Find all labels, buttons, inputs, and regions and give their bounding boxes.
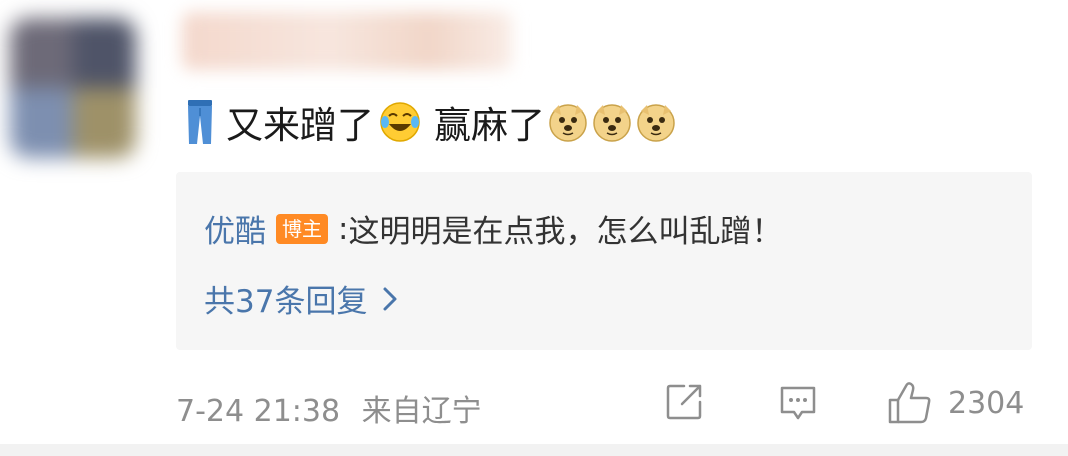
view-replies-link[interactable]: 共37条回复 bbox=[204, 276, 399, 321]
chevron-right-icon bbox=[383, 287, 397, 310]
divider bbox=[0, 444, 1068, 456]
reply-text: 这明明是在点我，怎么叫乱蹭！ bbox=[348, 214, 783, 250]
share-icon bbox=[666, 384, 702, 420]
avatar-tile bbox=[73, 88, 136, 158]
comment-location: 来自辽宁 bbox=[361, 394, 482, 429]
reply-separator: : bbox=[338, 210, 349, 247]
comment-time: 7-24 21:38 bbox=[176, 394, 341, 429]
comment-icon bbox=[780, 386, 816, 420]
share-button[interactable] bbox=[662, 380, 706, 424]
doge-icon bbox=[637, 104, 675, 142]
comment-text-part2: 赢麻了 bbox=[434, 104, 545, 147]
laugh-cry-icon bbox=[380, 102, 420, 142]
comment-text: 又来蹭了 赢麻了 bbox=[182, 92, 677, 152]
avatar[interactable] bbox=[10, 18, 136, 158]
username-blurred[interactable] bbox=[182, 12, 512, 70]
reply-author-link[interactable]: 优酷 bbox=[204, 206, 266, 251]
comment-footer: 7-24 21:38 来自辽宁 2304 bbox=[176, 380, 1032, 430]
avatar-tile bbox=[10, 18, 73, 88]
like-button[interactable]: 2304 bbox=[886, 380, 1024, 426]
jeans-icon bbox=[188, 100, 212, 144]
avatar-tile bbox=[73, 18, 136, 88]
comment-text-part1: 又来蹭了 bbox=[226, 104, 374, 147]
doge-icon bbox=[593, 104, 631, 142]
blogger-badge: 博主 bbox=[276, 213, 328, 244]
reply-preview-box[interactable]: 优酷 博主 : 这明明是在点我，怎么叫乱蹭！ 共37条回复 bbox=[176, 172, 1032, 350]
avatar-tile bbox=[10, 88, 73, 158]
thumbs-up-icon bbox=[888, 382, 931, 424]
like-count: 2304 bbox=[948, 385, 1025, 421]
reply-line: 优酷 博主 : 这明明是在点我，怎么叫乱蹭！ bbox=[204, 206, 782, 251]
comment-button[interactable] bbox=[776, 380, 820, 424]
reply-count-label: 共37条回复 bbox=[204, 284, 368, 320]
comment-meta: 7-24 21:38 来自辽宁 bbox=[176, 386, 482, 430]
doge-icon bbox=[549, 104, 587, 142]
